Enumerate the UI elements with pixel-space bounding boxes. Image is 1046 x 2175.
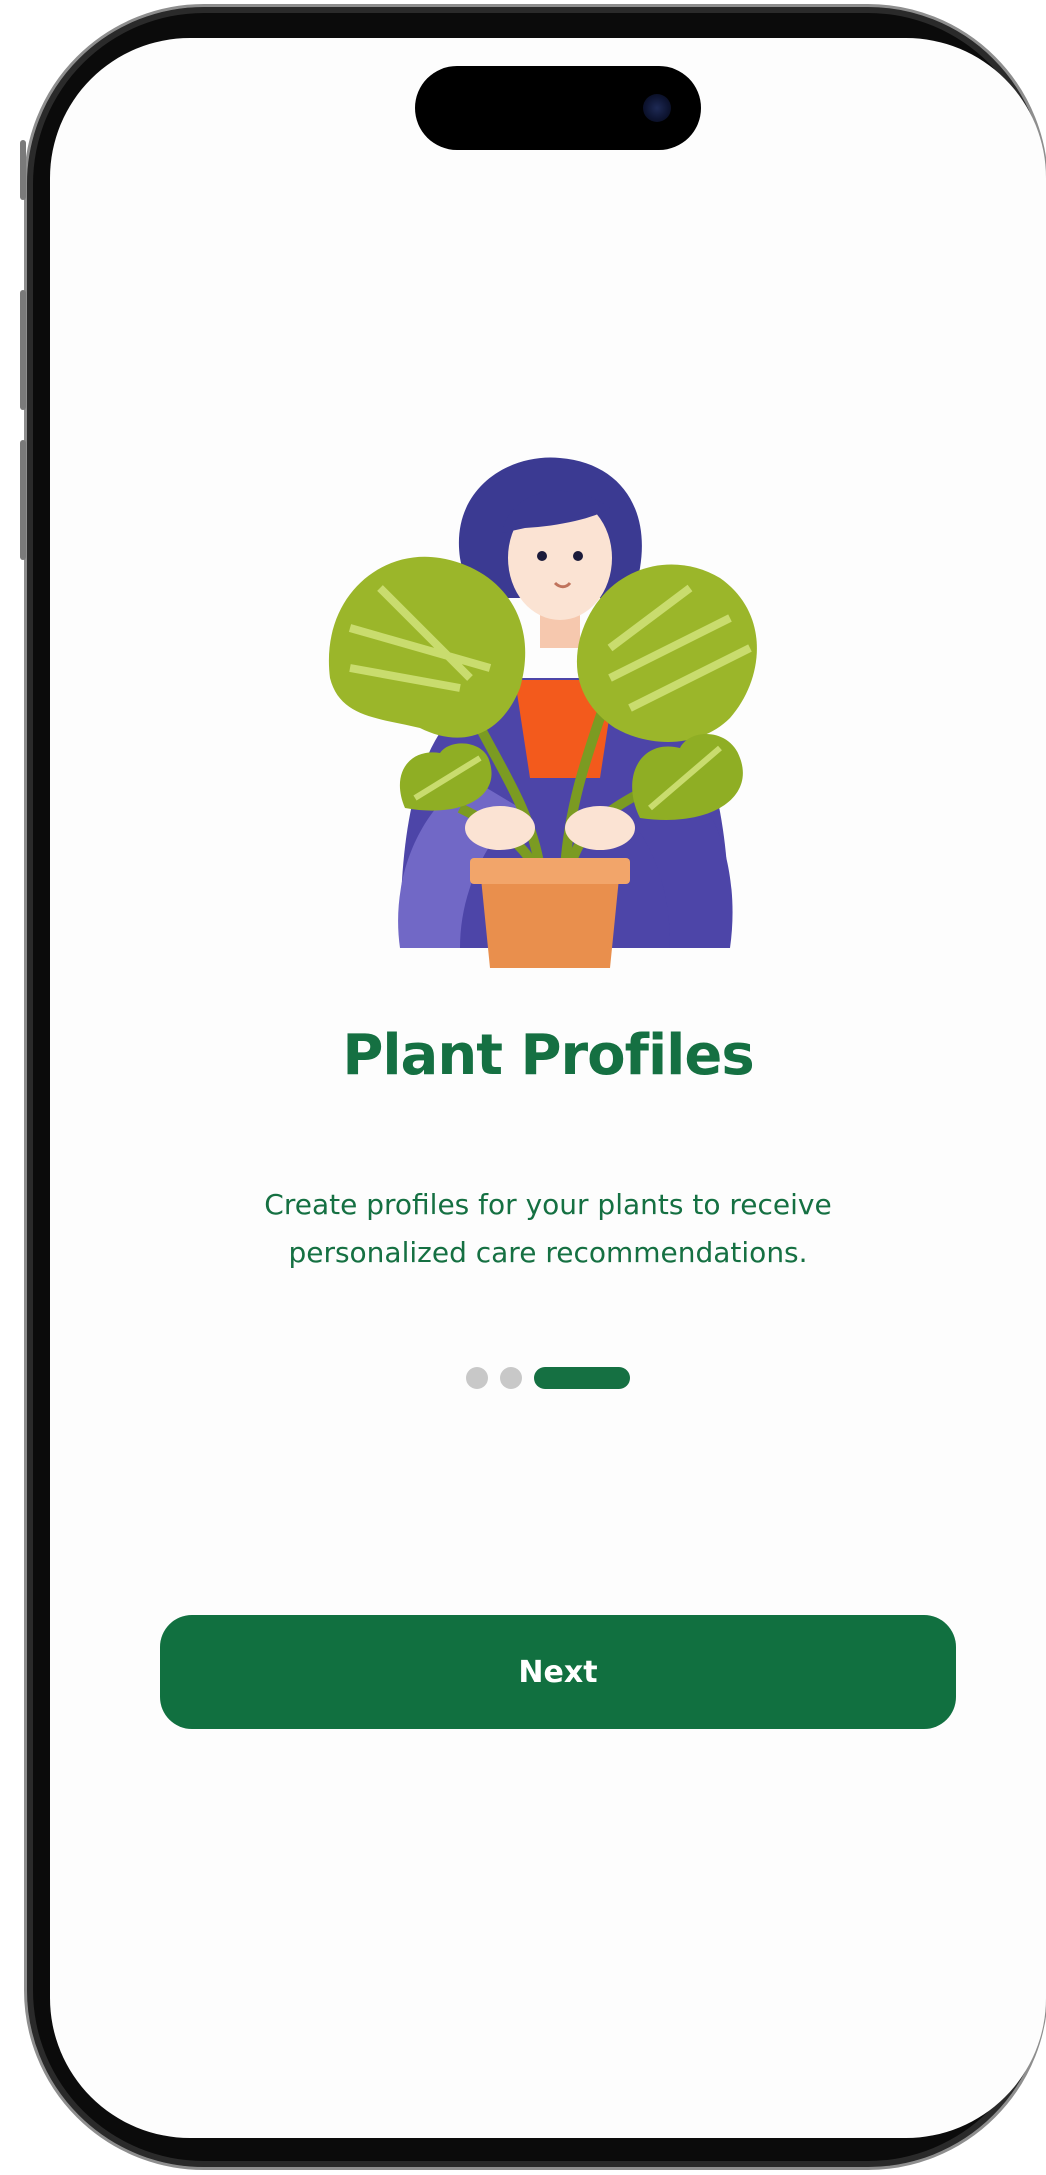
person-holding-plant-illustration: [328, 457, 757, 968]
page-description: Create profiles for your plants to recei…: [264, 1188, 832, 1269]
page-indicator: [50, 1366, 1046, 1390]
page-title: Plant Profiles: [342, 1023, 754, 1088]
phone-side-button: [20, 140, 26, 200]
screen: Plant Profiles Create profiles for your …: [50, 38, 1046, 2138]
page-indicator-active: [534, 1367, 630, 1389]
dynamic-island: [415, 66, 701, 150]
front-camera-icon: [643, 94, 671, 122]
page-indicator-dot-2: [500, 1367, 522, 1389]
phone-volume-down-button: [20, 440, 26, 560]
page-indicator-dot-1: [466, 1367, 488, 1389]
next-button[interactable]: Next: [160, 1615, 956, 1729]
phone-volume-up-button: [20, 290, 26, 410]
